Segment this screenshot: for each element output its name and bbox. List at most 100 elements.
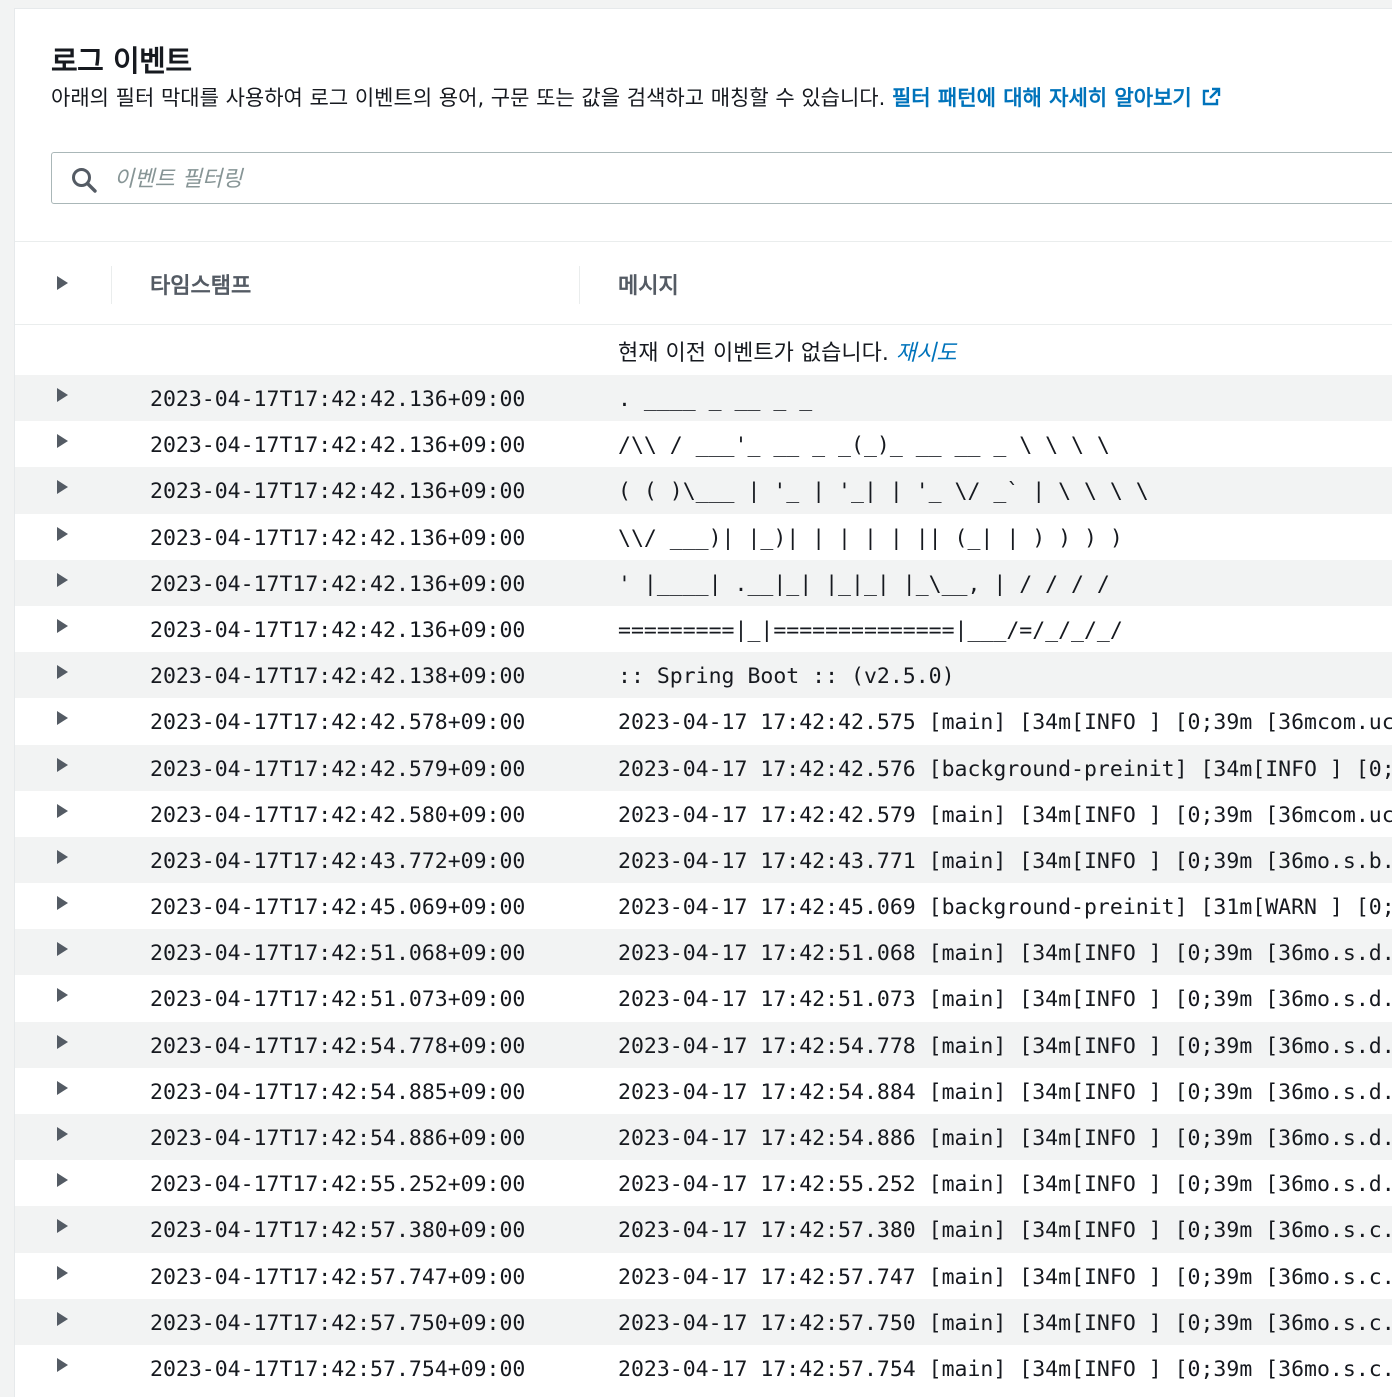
caret-right-icon[interactable] <box>57 1357 68 1372</box>
row-timestamp: 2023-04-17T17:42:42.136+09:00 <box>150 479 526 505</box>
expand-all-caret-icon[interactable] <box>57 276 68 290</box>
row-timestamp: 2023-04-17T17:42:42.136+09:00 <box>150 571 526 597</box>
caret-right-icon[interactable] <box>57 1080 68 1095</box>
search-icon <box>70 166 98 198</box>
caret-right-icon[interactable] <box>57 1127 68 1141</box>
row-message: . ____ _ __ _ _ <box>618 387 813 412</box>
table-row[interactable]: 2023-04-17T17:42:42.138+09:00:: Spring B… <box>15 652 1392 699</box>
row-message: 2023-04-17 17:42:54.778 [main] [34m[INFO… <box>618 1033 1392 1059</box>
row-timestamp: 2023-04-17T17:42:57.380+09:00 <box>150 1218 526 1244</box>
log-events-table: 타임스탬프 메시지 현재 이전 이벤트가 없습니다. 재시도 2023-04-1… <box>15 241 1392 1391</box>
caret-right-icon[interactable] <box>57 434 68 449</box>
row-message: ( ( )\___ | '_ | '_| | '_ \/ _` | \ \ \ … <box>618 479 1149 505</box>
table-row[interactable]: 2023-04-17T17:42:42.136+09:00 =========|_… <box>15 606 1392 652</box>
table-row[interactable]: 2023-04-17T17:42:54.886+09:00 2023-04-17 … <box>15 1114 1392 1161</box>
column-divider <box>111 266 112 304</box>
caret-right-icon[interactable] <box>57 711 68 726</box>
row-message: :: Spring Boot :: (v2.5.0) <box>618 664 955 690</box>
table-row[interactable]: 2023-04-17T17:42:57.380+09:00 2023-04-17 … <box>15 1206 1392 1253</box>
caret-right-icon[interactable] <box>57 526 68 541</box>
row-timestamp: 2023-04-17T17:42:51.068+09:00 <box>150 941 526 967</box>
row-message: 2023-04-17 17:42:54.884 [main] [34m[INFO… <box>618 1079 1392 1105</box>
table-row[interactable]: 2023-04-17T17:42:54.778+09:00 2023-04-17 … <box>15 1021 1392 1068</box>
caret-right-icon[interactable] <box>57 988 68 1003</box>
table-row[interactable]: 2023-04-17T17:42:42.578+09:00 2023-04-17 … <box>15 698 1392 744</box>
table-row[interactable]: 2023-04-17T17:42:57.754+09:00 2023-04-17 … <box>15 1345 1392 1391</box>
caret-right-icon[interactable] <box>57 1173 68 1188</box>
caret-right-icon[interactable] <box>57 849 68 864</box>
learn-more-label: 필터 패턴에 대해 자세히 알아보기 <box>891 86 1192 110</box>
table-row[interactable]: 2023-04-17T17:42:42.136+09:00 . ____ _ __… <box>15 375 1392 422</box>
caret-right-icon[interactable] <box>57 665 68 680</box>
table-row[interactable]: 2023-04-17T17:42:42.136+09:00 ( ( )\___ |… <box>15 467 1392 514</box>
log-events-panel: 로그 이벤트 아래의 필터 막대를 사용하여 로그 이벤트의 용어, 구문 또는… <box>14 8 1392 1397</box>
row-message: 2023-04-17 17:42:57.750 [main] [34m[INFO… <box>618 1310 1392 1336</box>
table-row[interactable]: 2023-04-17T17:42:55.252+09:00 2023-04-17 … <box>15 1160 1392 1206</box>
caret-right-icon[interactable] <box>57 896 68 911</box>
row-message: 2023-04-17 17:42:42.579 [main] [34m[INFO… <box>618 802 1392 828</box>
table-row[interactable]: 2023-04-17T17:42:42.579+09:00 2023-04-17 … <box>15 744 1392 791</box>
table-row[interactable]: 2023-04-17T17:42:51.068+09:00 2023-04-17 … <box>15 929 1392 976</box>
row-message: 2023-04-17 17:42:57.754 [main] [34m[INFO… <box>618 1356 1392 1382</box>
row-timestamp: 2023-04-17T17:42:57.754+09:00 <box>150 1356 526 1382</box>
row-timestamp: 2023-04-17T17:42:54.886+09:00 <box>150 1126 526 1151</box>
external-link-icon <box>1200 86 1222 116</box>
table-row[interactable]: 2023-04-17T17:42:57.750+09:00 2023-04-17 … <box>15 1298 1392 1345</box>
row-message: 2023-04-17 17:42:45.069 [background-prei… <box>618 895 1392 921</box>
row-timestamp: 2023-04-17T17:42:42.136+09:00 <box>150 387 526 412</box>
row-timestamp: 2023-04-17T17:42:54.778+09:00 <box>150 1033 526 1059</box>
table-row[interactable]: 2023-04-17T17:42:57.747+09:00 2023-04-17 … <box>15 1253 1392 1299</box>
row-timestamp: 2023-04-17T17:42:42.136+09:00 <box>150 525 526 551</box>
column-header-timestamp[interactable]: 타임스탬프 <box>150 268 251 300</box>
page-description: 아래의 필터 막대를 사용하여 로그 이벤트의 용어, 구문 또는 값을 검색하… <box>51 83 1392 116</box>
event-filter-search[interactable] <box>51 152 1392 204</box>
caret-right-icon[interactable] <box>57 1311 68 1326</box>
table-row[interactable]: 2023-04-17T17:42:45.069+09:00 2023-04-17 … <box>15 883 1392 929</box>
notice-text: 현재 이전 이벤트가 없습니다. <box>618 341 889 366</box>
row-message: 2023-04-17 17:42:57.747 [main] [34m[INFO… <box>618 1264 1392 1290</box>
row-message: 2023-04-17 17:42:51.068 [main] [34m[INFO… <box>618 941 1392 967</box>
notice-text-wrap: 현재 이전 이벤트가 없습니다. 재시도 <box>618 335 957 367</box>
table-row[interactable]: 2023-04-17T17:42:42.136+09:00 \\/ ___)| |… <box>15 514 1392 560</box>
row-message: 2023-04-17 17:42:55.252 [main] [34m[INFO… <box>618 1172 1392 1198</box>
table-row[interactable]: 2023-04-17T17:42:42.136+09:00 /\\ / ___'_… <box>15 421 1392 467</box>
table-header: 타임스탬프 메시지 <box>15 242 1392 325</box>
row-message: 2023-04-17 17:42:42.575 [main] [34m[INFO… <box>618 710 1392 736</box>
caret-right-icon[interactable] <box>57 1265 68 1280</box>
search-input[interactable] <box>112 159 1316 199</box>
row-message: 2023-04-17 17:42:42.576 [background-prei… <box>618 756 1392 782</box>
table-row[interactable]: 2023-04-17T17:42:42.580+09:00 2023-04-17 … <box>15 791 1392 837</box>
row-message: 2023-04-17 17:42:51.073 [main] [34m[INFO… <box>618 987 1392 1013</box>
column-divider <box>579 266 580 304</box>
row-timestamp: 2023-04-17T17:42:54.885+09:00 <box>150 1079 526 1105</box>
caret-right-icon[interactable] <box>57 618 68 633</box>
caret-right-icon[interactable] <box>57 1219 68 1234</box>
no-older-events-notice: 현재 이전 이벤트가 없습니다. 재시도 <box>15 325 1392 375</box>
caret-right-icon[interactable] <box>57 942 68 957</box>
row-timestamp: 2023-04-17T17:42:42.136+09:00 <box>150 617 526 643</box>
table-row[interactable]: 2023-04-17T17:42:43.772+09:00 2023-04-17 … <box>15 836 1392 884</box>
page-title: 로그 이벤트 <box>51 44 192 78</box>
table-row[interactable]: 2023-04-17T17:42:51.073+09:00 2023-04-17 … <box>15 975 1392 1021</box>
table-row[interactable]: 2023-04-17T17:42:42.136+09:00 ' |____| ._… <box>15 559 1392 606</box>
caret-right-icon[interactable] <box>57 803 68 818</box>
row-message: 2023-04-17 17:42:43.771 [main] [34m[INFO… <box>618 848 1392 874</box>
caret-right-icon[interactable] <box>57 572 68 587</box>
row-message: ' |____| .__|_| |_|_| |_\__, | / / / / <box>618 571 1110 597</box>
caret-right-icon[interactable] <box>57 1034 68 1049</box>
row-timestamp: 2023-04-17T17:42:57.747+09:00 <box>150 1264 526 1290</box>
retry-link[interactable]: 재시도 <box>896 341 957 366</box>
row-message: 2023-04-17 17:42:57.380 [main] [34m[INFO… <box>618 1218 1392 1244</box>
table-body: 2023-04-17T17:42:42.136+09:00 . ____ _ __… <box>15 375 1392 1391</box>
row-timestamp: 2023-04-17T17:42:42.580+09:00 <box>150 802 526 828</box>
column-header-message[interactable]: 메시지 <box>618 268 679 300</box>
row-timestamp: 2023-04-17T17:42:57.750+09:00 <box>150 1310 526 1336</box>
table-row[interactable]: 2023-04-17T17:42:54.885+09:00 2023-04-17 … <box>15 1068 1392 1114</box>
caret-right-icon[interactable] <box>57 388 68 402</box>
row-timestamp: 2023-04-17T17:42:42.136+09:00 <box>150 433 526 459</box>
row-message: /\\ / ___'_ __ _ _(_)_ __ __ _ \ \ \ \ <box>618 433 1110 459</box>
caret-right-icon[interactable] <box>57 757 68 772</box>
caret-right-icon[interactable] <box>57 480 68 495</box>
row-timestamp: 2023-04-17T17:42:42.579+09:00 <box>150 756 526 782</box>
learn-more-link[interactable]: 필터 패턴에 대해 자세히 알아보기 <box>892 86 1222 110</box>
